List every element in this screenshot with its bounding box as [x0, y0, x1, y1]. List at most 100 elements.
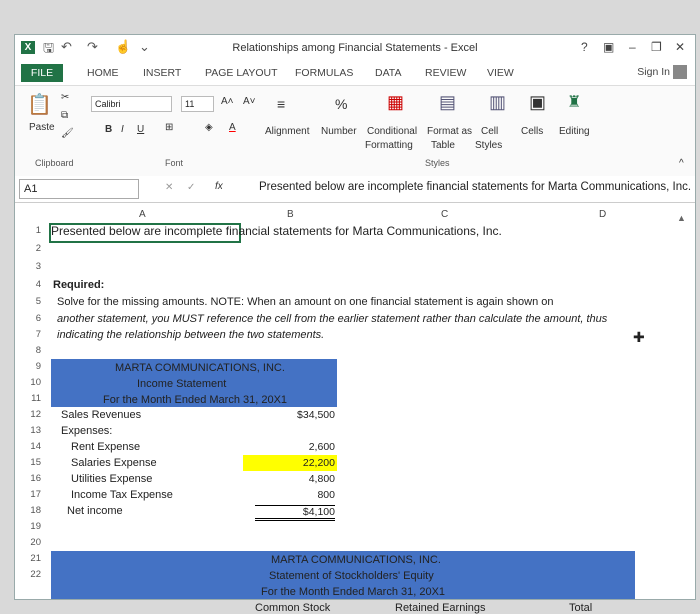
sign-in-link[interactable]: Sign In	[637, 65, 687, 79]
row-header[interactable]: 7	[29, 329, 41, 340]
equity-period[interactable]: For the Month Ended March 31, 20X1	[261, 586, 445, 598]
row-header[interactable]: 12	[29, 409, 41, 420]
sales-label[interactable]: Sales Revenues	[61, 409, 141, 421]
restore-button[interactable]: ❐	[651, 40, 662, 54]
income-period[interactable]: For the Month Ended March 31, 20X1	[103, 394, 287, 406]
worksheet-grid[interactable]: A B C D 1 2 3 4 5 6 7 8 9 10 11 12 13 14…	[15, 205, 695, 614]
editing-button[interactable]: Editing	[559, 126, 590, 137]
tax-label[interactable]: Income Tax Expense	[71, 489, 173, 501]
styles-button[interactable]: Styles	[475, 140, 502, 151]
total-header[interactable]: Total	[569, 602, 592, 614]
scroll-up-icon[interactable]: ▲	[677, 213, 686, 223]
formula-input[interactable]: Presented below are incomplete financial…	[259, 181, 691, 193]
row-header[interactable]: 19	[29, 521, 41, 532]
format-painter-icon[interactable]: 🖌	[61, 128, 74, 139]
cell-a4[interactable]: Solve for the missing amounts. NOTE: Whe…	[57, 296, 554, 308]
formatting-label[interactable]: Formatting	[365, 140, 413, 151]
rent-value[interactable]: 2,600	[255, 441, 335, 453]
percent-icon[interactable]: %	[335, 96, 347, 112]
sales-value[interactable]: $34,500	[255, 409, 335, 421]
cell-a3[interactable]: Required:	[53, 279, 104, 291]
table-label[interactable]: Table	[431, 140, 455, 151]
tab-home[interactable]: HOME	[87, 67, 119, 79]
cell-a1[interactable]: Presented below are incomplete financial…	[51, 224, 502, 238]
font-size-dropdown[interactable]: 11	[181, 96, 214, 112]
salaries-value[interactable]: 22,200	[255, 457, 335, 469]
row-header[interactable]: 15	[29, 457, 41, 468]
tab-insert[interactable]: INSERT	[143, 67, 181, 79]
row-header[interactable]: 11	[29, 393, 41, 404]
income-company[interactable]: MARTA COMMUNICATIONS, INC.	[115, 362, 285, 374]
borders-icon[interactable]: ⊞	[165, 122, 173, 133]
row-header[interactable]: 22	[29, 569, 41, 580]
tab-formulas[interactable]: FORMULAS	[295, 67, 353, 79]
row-header[interactable]: 6	[29, 313, 41, 324]
column-header-a[interactable]: A	[139, 209, 146, 220]
row-header[interactable]: 9	[29, 361, 41, 372]
tab-page-layout[interactable]: PAGE LAYOUT	[205, 67, 278, 79]
tab-data[interactable]: DATA	[375, 67, 401, 79]
collapse-ribbon-icon[interactable]: ^	[679, 158, 684, 169]
utilities-value[interactable]: 4,800	[255, 473, 335, 485]
cells-icon[interactable]: ▣	[529, 92, 546, 113]
tab-view[interactable]: VIEW	[487, 67, 514, 79]
row-header[interactable]: 13	[29, 425, 41, 436]
paste-icon[interactable]: 📋	[27, 92, 52, 117]
tab-file[interactable]: FILE	[21, 64, 63, 82]
number-button[interactable]: Number	[321, 126, 357, 137]
grow-font-icon[interactable]: A˄	[221, 96, 234, 107]
net-income-value[interactable]: $4,100	[255, 505, 335, 521]
minimize-button[interactable]: –	[629, 40, 636, 54]
copy-icon[interactable]: ⧉	[61, 110, 68, 121]
cancel-icon[interactable]: ✕	[165, 182, 173, 193]
equity-company[interactable]: MARTA COMMUNICATIONS, INC.	[271, 554, 441, 566]
salaries-label[interactable]: Salaries Expense	[71, 457, 157, 469]
find-icon[interactable]: ♜	[567, 92, 581, 112]
row-header[interactable]: 4	[29, 279, 41, 290]
align-icon[interactable]: ≡	[277, 96, 285, 112]
cell-a5[interactable]: another statement, you MUST reference th…	[57, 313, 607, 325]
enter-icon[interactable]: ✓	[187, 182, 195, 193]
tax-value[interactable]: 800	[255, 489, 335, 501]
retained-earnings-header[interactable]: Retained Earnings	[395, 602, 486, 614]
row-header[interactable]: 20	[29, 537, 41, 548]
close-button[interactable]: ✕	[675, 40, 685, 54]
row-header[interactable]: 10	[29, 377, 41, 388]
cell-styles-icon[interactable]: ▥	[489, 92, 506, 113]
bold-button[interactable]: B	[105, 124, 112, 135]
column-header-c[interactable]: C	[441, 209, 448, 220]
cell-a6[interactable]: indicating the relationship between the …	[57, 329, 324, 341]
row-header[interactable]: 21	[29, 553, 41, 564]
row-header[interactable]: 2	[29, 243, 41, 254]
column-header-b[interactable]: B	[287, 209, 294, 220]
row-header[interactable]: 5	[29, 296, 41, 307]
row-header[interactable]: 14	[29, 441, 41, 452]
row-header[interactable]: 16	[29, 473, 41, 484]
row-header[interactable]: 1	[29, 225, 41, 236]
help-button[interactable]: ?	[581, 40, 588, 54]
insert-function-button[interactable]: fx	[215, 181, 223, 192]
name-box[interactable]: A1	[19, 179, 139, 199]
paste-button[interactable]: Paste	[29, 122, 55, 133]
common-stock-header[interactable]: Common Stock	[255, 602, 330, 614]
italic-button[interactable]: I	[121, 124, 124, 135]
fill-color-icon[interactable]: ◈	[205, 122, 213, 133]
conditional-formatting-label[interactable]: Conditional	[367, 126, 417, 137]
format-as-label[interactable]: Format as	[427, 126, 472, 137]
shrink-font-icon[interactable]: A˅	[243, 96, 256, 107]
row-header[interactable]: 8	[29, 345, 41, 356]
row-header[interactable]: 3	[29, 261, 41, 272]
underline-button[interactable]: U	[137, 124, 144, 135]
rent-label[interactable]: Rent Expense	[71, 441, 140, 453]
font-name-dropdown[interactable]: Calibri	[91, 96, 172, 112]
row-header[interactable]: 17	[29, 489, 41, 500]
cell-label[interactable]: Cell	[481, 126, 498, 137]
format-as-table-icon[interactable]: ▤	[439, 92, 456, 113]
equity-title[interactable]: Statement of Stockholders' Equity	[269, 570, 434, 582]
alignment-button[interactable]: Alignment	[265, 126, 309, 137]
cut-icon[interactable]: ✂	[61, 92, 69, 103]
conditional-formatting-icon[interactable]: ▦	[387, 92, 404, 113]
ribbon-display-button[interactable]: ▣	[603, 40, 614, 54]
utilities-label[interactable]: Utilities Expense	[71, 473, 152, 485]
tab-review[interactable]: REVIEW	[425, 67, 466, 79]
